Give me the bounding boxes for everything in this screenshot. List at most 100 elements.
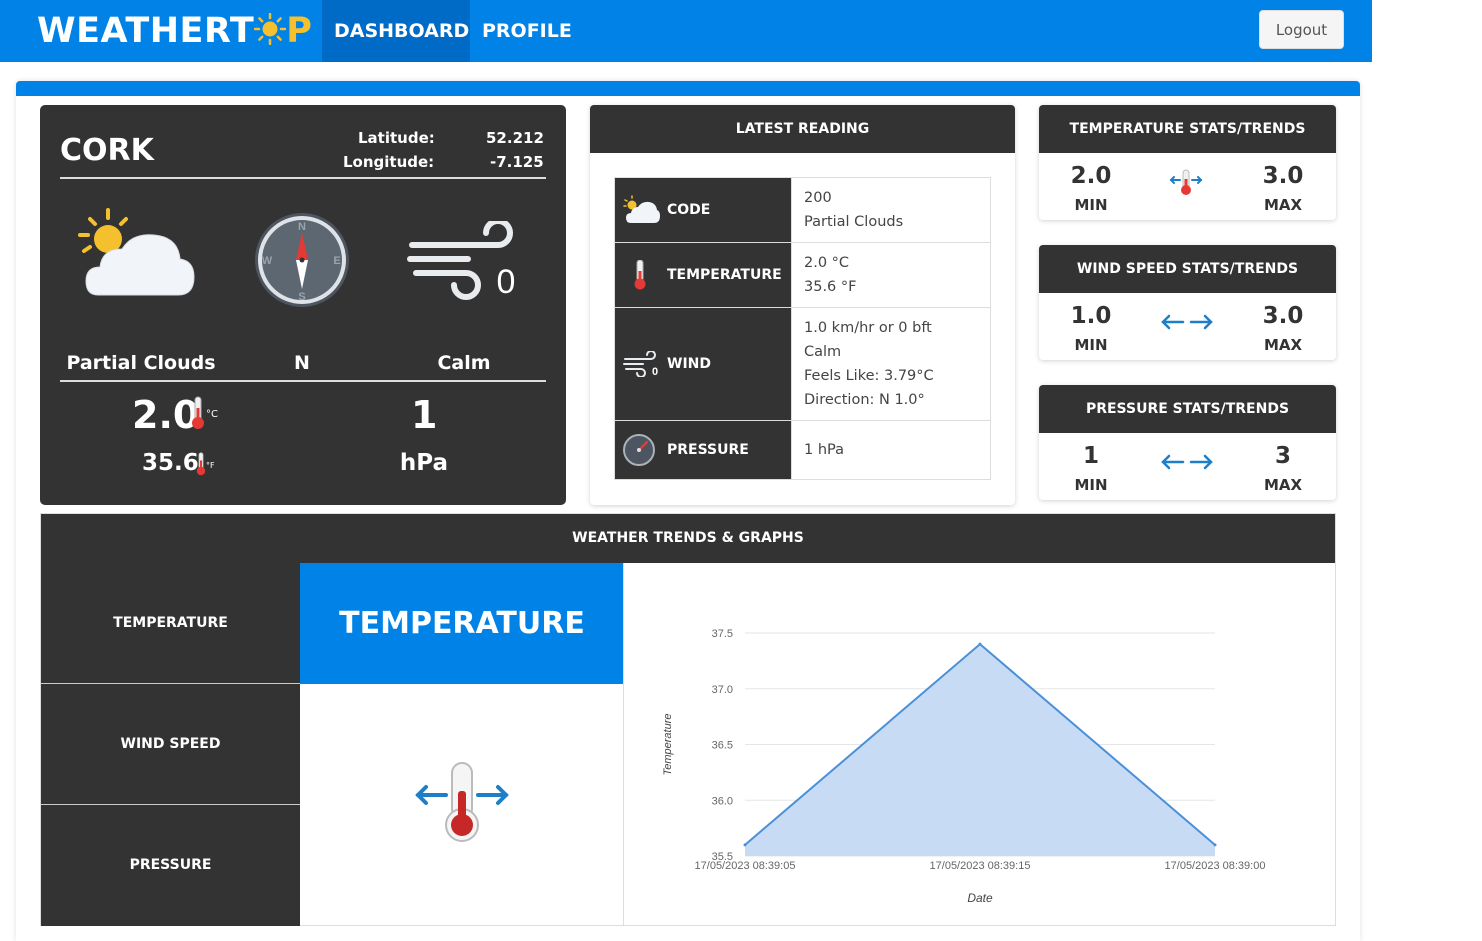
compass-w: W	[262, 255, 273, 267]
data-point	[743, 843, 747, 847]
temperature-stats-title: TEMPERATURE STATS/TRENDS	[1039, 105, 1336, 153]
temperature-celsius-value: 2.0 °C	[804, 255, 850, 271]
longitude-value: -7.125	[490, 153, 544, 171]
station-name: CORK	[60, 133, 154, 168]
latest-reading-panel: LATEST READING CODE 200 Partial Clouds T…	[590, 105, 1015, 505]
wind-label: WIND	[667, 356, 711, 372]
divider	[60, 177, 546, 179]
compass-s: S	[298, 291, 305, 303]
compass-n: N	[298, 221, 306, 233]
y-tick-label: 36.5	[712, 740, 733, 752]
code-label-cell: CODE	[614, 177, 792, 243]
celsius-unit: °C	[206, 409, 218, 420]
partial-cloud-icon	[623, 195, 660, 223]
wind-label-cell: 0 WIND	[614, 307, 792, 421]
latitude-label: Latitude:	[358, 129, 435, 147]
steady-arrows-icon	[1161, 314, 1213, 330]
pressure-stats-title: PRESSURE STATS/TRENDS	[1039, 385, 1336, 433]
barometer-icon	[623, 434, 655, 466]
weather-trends-title: WEATHER TRENDS & GRAPHS	[41, 514, 1335, 563]
temperature-stats-panel: TEMPERATURE STATS/TRENDS 2.0 MIN 3.0 MAX	[1039, 105, 1336, 220]
temperature-max-value: 3.0	[1262, 163, 1304, 189]
nav-profile[interactable]: PROFILE	[470, 0, 584, 62]
wind-icon: 0	[623, 351, 658, 377]
logo-text: WEATHERT	[37, 11, 255, 51]
thermometer-icon	[196, 452, 206, 476]
thermometer-trend-icon	[1169, 169, 1203, 195]
wind-beaufort-label: Calm	[437, 352, 491, 374]
wind-beaufort-value: Calm	[804, 344, 842, 360]
code-value-cell: 200 Partial Clouds	[791, 177, 991, 243]
thermometer-icon	[192, 396, 204, 429]
table-row: 0 WIND 1.0 km/hr or 0 bft Calm Feels Lik…	[614, 307, 991, 421]
pressure-stats-panel: PRESSURE STATS/TRENDS 1 MIN 3 MAX	[1039, 385, 1336, 500]
temperature-min-value: 2.0	[1070, 163, 1112, 189]
wind-direction-value: Direction: N 1.0°	[804, 392, 925, 408]
pressure-max-label: MAX	[1263, 476, 1303, 494]
top-navbar: WEATHERT P DASHBOARD PROFILE Logout	[0, 0, 1372, 62]
wind-direction-label: N	[294, 352, 310, 374]
table-row: PRESSURE 1 hPa	[614, 420, 991, 480]
pressure-min-label: MIN	[1074, 476, 1108, 494]
station-card: CORK Latitude: 52.212 Longitude: -7.125 …	[40, 105, 566, 505]
wind-value-cell: 1.0 km/hr or 0 bft Calm Feels Like: 3.79…	[791, 307, 991, 421]
tab-pressure[interactable]: PRESSURE	[41, 805, 300, 926]
table-row: TEMPERATURE 2.0 °C 35.6 °F	[614, 242, 991, 308]
thermometer-icon	[634, 260, 646, 290]
temperature-label-cell: TEMPERATURE	[614, 242, 792, 308]
x-tick-label: 17/05/2023 08:39:05	[695, 860, 796, 872]
wind-icon-value: 0	[497, 263, 516, 301]
wind-speed-value: 1.0 km/hr or 0 bft	[804, 320, 932, 336]
y-axis-label: Temperature	[662, 714, 674, 776]
x-tick-label: 17/05/2023 08:39:15	[930, 860, 1031, 872]
partial-cloud-icon	[78, 208, 195, 296]
code-label: CODE	[667, 202, 711, 218]
wind-speed-stats-title: WIND SPEED STATS/TRENDS	[1039, 245, 1336, 293]
latest-reading-title: LATEST READING	[590, 105, 1015, 153]
table-row: CODE 200 Partial Clouds	[614, 177, 991, 243]
steady-arrows-icon	[1161, 454, 1213, 470]
temperature-label: TEMPERATURE	[667, 267, 782, 283]
temperature-celsius: 2.0	[132, 393, 200, 437]
tab-wind-speed[interactable]: WIND SPEED	[41, 684, 300, 805]
data-point	[1213, 843, 1217, 847]
temperature-max-label: MAX	[1263, 196, 1303, 214]
y-tick-label: 37.0	[712, 684, 733, 696]
condition-label: Partial Clouds	[66, 352, 216, 374]
pressure-min-value: 1	[1082, 443, 1099, 469]
thermometer-trend-icon	[415, 762, 509, 842]
wind-speed-min-label: MIN	[1074, 336, 1108, 354]
compass-icon: N E S W	[255, 213, 349, 307]
svg-text:0: 0	[652, 366, 658, 377]
temperature-fahrenheit-value: 35.6 °F	[804, 279, 857, 295]
x-axis-label: Date	[967, 891, 993, 905]
wind-speed-min-value: 1.0	[1070, 303, 1112, 329]
wind-speed-max-label: MAX	[1263, 336, 1303, 354]
pressure-unit: hPa	[399, 450, 449, 476]
logout-button[interactable]: Logout	[1259, 10, 1344, 49]
wind-chill-value: Feels Like: 3.79°C	[804, 368, 934, 384]
longitude-label: Longitude:	[343, 153, 435, 171]
temperature-min-label: MIN	[1074, 196, 1108, 214]
y-tick-label: 36.0	[712, 795, 733, 807]
latest-reading-table: CODE 200 Partial Clouds TEMPERATURE 2.0 …	[614, 177, 991, 480]
sun-logo-icon	[254, 13, 287, 45]
pressure-value: 1 hPa	[804, 442, 845, 458]
weathertop-logo[interactable]: WEATHERT P	[37, 10, 312, 52]
nav-dashboard[interactable]: DASHBOARD	[322, 0, 470, 62]
temperature-value-cell: 2.0 °C 35.6 °F	[791, 242, 991, 308]
fahrenheit-unit: °F	[206, 461, 215, 470]
temperature-chart: 35.5 36.0 36.5 37.0 37.5 17/05/2023 08:39:05 1…	[623, 563, 1335, 925]
x-tick-label: 17/05/2023 08:39:00	[1165, 860, 1266, 872]
logo-text-suffix: P	[286, 11, 313, 51]
latitude-value: 52.212	[486, 129, 544, 147]
tab-temperature[interactable]: TEMPERATURE	[41, 563, 300, 684]
pressure-value-cell: 1 hPa	[791, 420, 991, 480]
selected-metric-banner: TEMPERATURE	[300, 563, 624, 684]
wind-speed-max-value: 3.0	[1262, 303, 1304, 329]
data-point	[978, 642, 982, 646]
pressure-max-value: 3	[1274, 443, 1291, 469]
code-description: Partial Clouds	[804, 214, 904, 230]
weather-trends-panel: WEATHER TRENDS & GRAPHS TEMPERATURE WIND…	[40, 513, 1336, 926]
series-area	[745, 644, 1215, 856]
